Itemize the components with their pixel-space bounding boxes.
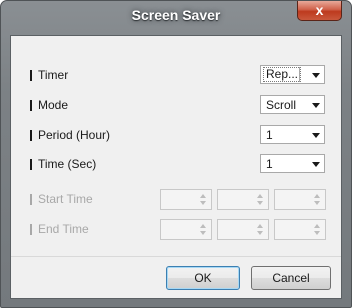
spinner-arrows-icon[interactable] [314,193,321,206]
label-bullet [30,99,32,111]
cancel-button[interactable]: Cancel [251,266,331,290]
mode-label-text: Mode [38,98,69,112]
label-bullet [30,158,32,170]
spinner-arrows-icon[interactable] [200,223,207,236]
close-button[interactable]: x [297,1,342,21]
dialog-footer: OK Cancel [11,256,341,298]
end-time-hour-spinner[interactable] [160,219,212,240]
end-time-label-text: End Time [38,222,89,236]
start-time-minute-spinner[interactable] [217,189,269,210]
title-bar[interactable]: Screen Saver x [1,1,351,35]
mode-value: Scroll [266,98,297,112]
select-divider [299,67,300,82]
chevron-down-icon [312,103,320,108]
chevron-down-icon[interactable] [312,73,320,78]
label-bullet [30,69,32,81]
spinner-arrows-icon[interactable] [257,193,264,206]
chevron-down-icon [312,133,320,138]
end-time-label: End Time [30,222,89,236]
spinner-arrows-icon[interactable] [257,223,264,236]
mode-select[interactable]: Scroll [260,95,325,114]
time-select[interactable]: 1 [260,154,325,173]
timer-label-text: Timer [38,68,69,82]
timer-value: Rep... [263,67,302,82]
chevron-down-icon [312,162,320,167]
dialog-content: Timer Rep... Mode Scroll Period (Hour) 1 [10,35,342,299]
spinner-arrows-icon[interactable] [314,223,321,236]
period-value: 1 [266,128,273,142]
mode-label: Mode [30,98,68,112]
start-time-ampm-spinner[interactable] [274,189,326,210]
timer-label: Timer [30,68,68,82]
ok-button[interactable]: OK [166,266,240,290]
label-bullet [30,129,32,141]
period-label: Period (Hour) [30,128,110,142]
time-value: 1 [266,157,273,171]
start-time-label-text: Start Time [38,192,93,206]
start-time-hour-spinner[interactable] [160,189,212,210]
spinner-arrows-icon[interactable] [200,193,207,206]
period-select[interactable]: 1 [260,125,325,144]
start-time-label: Start Time [30,192,93,206]
end-time-ampm-spinner[interactable] [274,219,326,240]
label-bullet [30,193,32,205]
time-label: Time (Sec) [30,157,96,171]
timer-select[interactable]: Rep... [260,65,325,84]
time-label-text: Time (Sec) [38,157,97,171]
period-label-text: Period (Hour) [38,128,111,142]
label-bullet [30,223,32,235]
end-time-minute-spinner[interactable] [217,219,269,240]
screen-saver-dialog: Screen Saver x Timer Rep... Mode Scroll … [0,0,352,308]
